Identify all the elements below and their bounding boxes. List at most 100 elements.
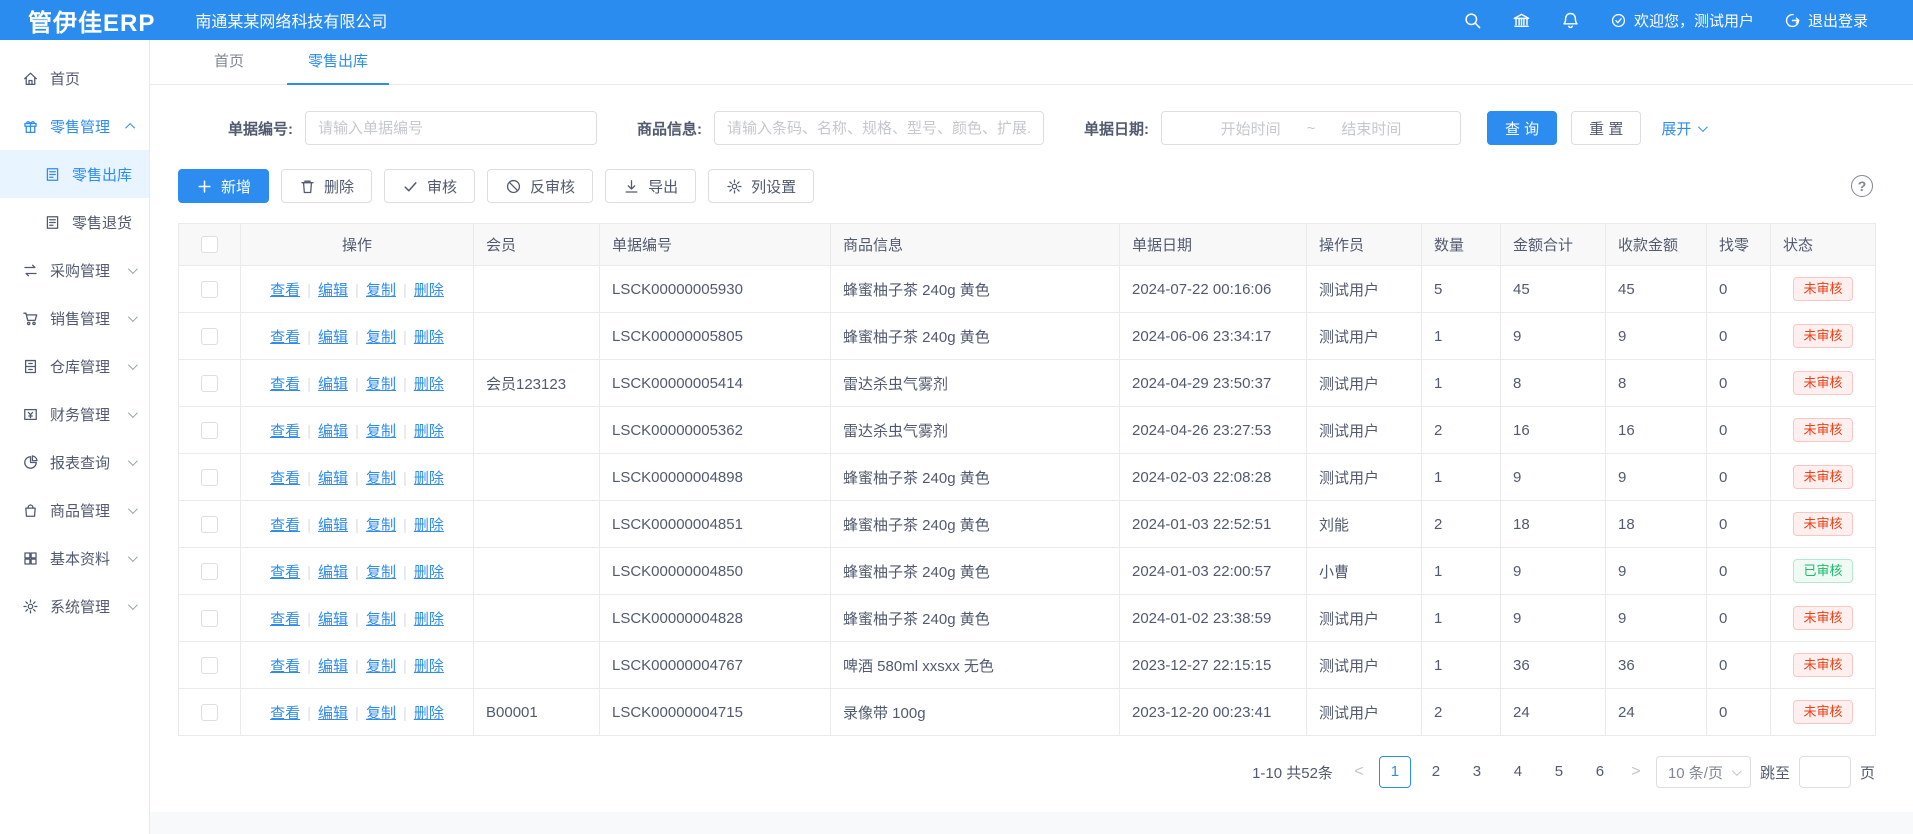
tab-retail-outbound[interactable]: 零售出库 — [287, 40, 389, 85]
action-link-copy[interactable]: 复制 — [366, 282, 396, 299]
action-link-copy[interactable]: 复制 — [366, 564, 396, 581]
row-checkbox[interactable] — [201, 281, 218, 298]
action-link-view[interactable]: 查看 — [270, 470, 300, 487]
action-link-copy[interactable]: 复制 — [366, 376, 396, 393]
action-link-copy[interactable]: 复制 — [366, 423, 396, 440]
column-settings-button[interactable]: 列设置 — [708, 169, 814, 203]
action-link-delete[interactable]: 删除 — [414, 564, 444, 581]
row-checkbox[interactable] — [201, 328, 218, 345]
logout-button[interactable]: 退出登录 — [1784, 10, 1868, 31]
sidebar-item-finance-management[interactable]: 财务管理 — [0, 390, 149, 438]
select-all-checkbox[interactable] — [201, 236, 218, 253]
action-link-edit[interactable]: 编辑 — [318, 423, 348, 440]
action-link-view[interactable]: 查看 — [270, 658, 300, 675]
sidebar-item-report-query[interactable]: 报表查询 — [0, 438, 149, 486]
action-link-view[interactable]: 查看 — [270, 611, 300, 628]
action-link-edit[interactable]: 编辑 — [318, 376, 348, 393]
action-link-edit[interactable]: 编辑 — [318, 564, 348, 581]
action-link-copy[interactable]: 复制 — [366, 658, 396, 675]
row-checkbox[interactable] — [201, 657, 218, 674]
sidebar-item-basic-data[interactable]: 基本资料 — [0, 534, 149, 582]
export-button[interactable]: 导出 — [605, 169, 696, 203]
sidebar-item-sales-management[interactable]: 销售管理 — [0, 294, 149, 342]
sidebar-item-goods-management[interactable]: 商品管理 — [0, 486, 149, 534]
sidebar-item-system-management[interactable]: 系统管理 — [0, 582, 149, 630]
action-link-edit[interactable]: 编辑 — [318, 705, 348, 722]
action-link-copy[interactable]: 复制 — [366, 611, 396, 628]
bank-icon[interactable] — [1512, 11, 1531, 30]
bill-no-input[interactable] — [305, 111, 597, 145]
action-link-edit[interactable]: 编辑 — [318, 611, 348, 628]
sidebar-item-retail-return[interactable]: 零售退货 — [0, 198, 149, 246]
action-link-delete[interactable]: 删除 — [414, 423, 444, 440]
page-button-3[interactable]: 3 — [1461, 756, 1493, 788]
action-link-delete[interactable]: 删除 — [414, 658, 444, 675]
action-link-view[interactable]: 查看 — [270, 705, 300, 722]
action-link-view[interactable]: 查看 — [270, 564, 300, 581]
table-row: 查看|编辑|复制|删除LSCK00000004828蜂蜜柚子茶 240g 黄色2… — [179, 595, 1876, 642]
column-header: 数量 — [1422, 224, 1501, 266]
bell-icon[interactable] — [1561, 11, 1580, 30]
expand-link[interactable]: 展开 — [1661, 118, 1705, 139]
action-link-copy[interactable]: 复制 — [366, 329, 396, 346]
action-link-delete[interactable]: 删除 — [414, 329, 444, 346]
sidebar-item-warehouse-management[interactable]: 仓库管理 — [0, 342, 149, 390]
row-checkbox[interactable] — [201, 516, 218, 533]
row-checkbox[interactable] — [201, 422, 218, 439]
page-button-1[interactable]: 1 — [1379, 756, 1411, 788]
action-link-view[interactable]: 查看 — [270, 423, 300, 440]
action-link-view[interactable]: 查看 — [270, 329, 300, 346]
action-link-copy[interactable]: 复制 — [366, 470, 396, 487]
action-link-view[interactable]: 查看 — [270, 376, 300, 393]
row-checkbox[interactable] — [201, 375, 218, 392]
action-link-copy[interactable]: 复制 — [366, 705, 396, 722]
page-size-select[interactable]: 10 条/页 — [1656, 756, 1751, 788]
action-link-edit[interactable]: 编辑 — [318, 658, 348, 675]
tab-home[interactable]: 首页 — [193, 40, 265, 85]
page-button-2[interactable]: 2 — [1420, 756, 1452, 788]
action-link-edit[interactable]: 编辑 — [318, 329, 348, 346]
sidebar-item-purchase-management[interactable]: 采购管理 — [0, 246, 149, 294]
column-header: 收款金额 — [1606, 224, 1707, 266]
page-button-5[interactable]: 5 — [1543, 756, 1575, 788]
search-button[interactable]: 查 询 — [1487, 111, 1557, 145]
product-info-input[interactable] — [714, 111, 1044, 145]
action-link-delete[interactable]: 删除 — [414, 517, 444, 534]
reset-button[interactable]: 重 置 — [1571, 111, 1641, 145]
welcome-user[interactable]: 欢迎您，测试用户 — [1610, 10, 1754, 31]
action-link-delete[interactable]: 删除 — [414, 470, 444, 487]
action-link-copy[interactable]: 复制 — [366, 517, 396, 534]
add-button[interactable]: 新增 — [178, 169, 269, 203]
trash-icon — [299, 178, 316, 195]
date-end-placeholder: 结束时间 — [1341, 118, 1401, 139]
sidebar-item-retail-management[interactable]: 零售管理 — [0, 102, 149, 150]
next-page-button[interactable]: > — [1625, 763, 1647, 781]
page-button-4[interactable]: 4 — [1502, 756, 1534, 788]
sidebar-item-retail-outbound[interactable]: 零售出库 — [0, 150, 149, 198]
help-icon[interactable]: ? — [1851, 175, 1873, 197]
row-checkbox[interactable] — [201, 563, 218, 580]
delete-button[interactable]: 删除 — [281, 169, 372, 203]
date-range-input[interactable]: 开始时间 ~ 结束时间 — [1161, 111, 1461, 145]
row-checkbox[interactable] — [201, 704, 218, 721]
check-icon — [402, 178, 419, 195]
action-link-view[interactable]: 查看 — [270, 282, 300, 299]
unaudit-button[interactable]: 反审核 — [487, 169, 593, 203]
action-link-edit[interactable]: 编辑 — [318, 470, 348, 487]
action-link-delete[interactable]: 删除 — [414, 376, 444, 393]
action-link-edit[interactable]: 编辑 — [318, 517, 348, 534]
sidebar-item-home[interactable]: 首页 — [0, 54, 149, 102]
action-link-delete[interactable]: 删除 — [414, 611, 444, 628]
audit-button[interactable]: 审核 — [384, 169, 475, 203]
jump-page-input[interactable] — [1799, 756, 1851, 788]
row-checkbox[interactable] — [201, 610, 218, 627]
row-checkbox[interactable] — [201, 469, 218, 486]
row-actions: 查看|编辑|复制|删除 — [241, 313, 474, 360]
action-link-view[interactable]: 查看 — [270, 517, 300, 534]
prev-page-button[interactable]: < — [1348, 763, 1370, 781]
action-link-delete[interactable]: 删除 — [414, 282, 444, 299]
action-link-delete[interactable]: 删除 — [414, 705, 444, 722]
search-icon[interactable] — [1463, 11, 1482, 30]
page-button-6[interactable]: 6 — [1584, 756, 1616, 788]
action-link-edit[interactable]: 编辑 — [318, 282, 348, 299]
